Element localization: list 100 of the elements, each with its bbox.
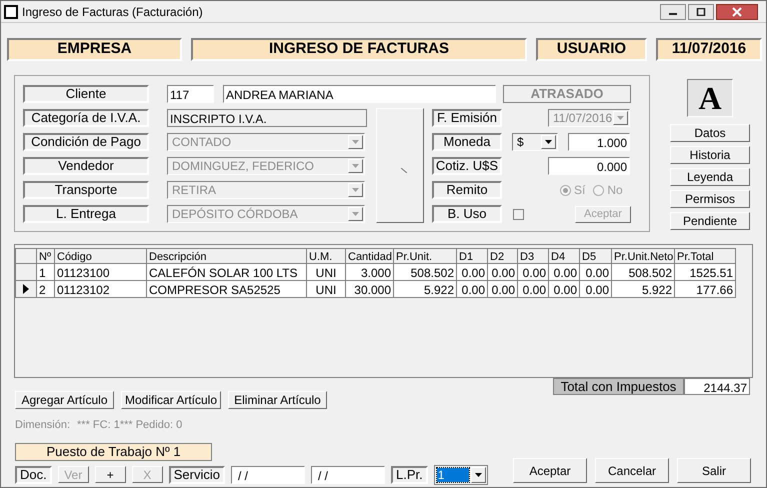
column-header: Código (55, 248, 147, 264)
row-selector[interactable] (15, 281, 37, 298)
workstation-label: Puesto de Trabajo Nº 1 (15, 442, 212, 460)
table-cell: 508.502 (394, 264, 457, 281)
column-header: D4 (549, 248, 580, 264)
dropdown-arrow-icon (352, 164, 359, 168)
dropdown-arrow-icon (474, 472, 482, 476)
table-cell: 01123102 (55, 281, 147, 298)
field-label: Transporte (23, 181, 149, 199)
field-label: B. Uso (432, 205, 502, 223)
article-button[interactable]: Eliminar Artículo (228, 391, 327, 409)
article-button[interactable]: Agregar Artículo (15, 391, 114, 409)
field-label: Cotiz. U$S (432, 157, 502, 175)
column-header: Cantidad (346, 248, 394, 264)
table-cell: UNI (307, 264, 346, 281)
toolbar-button[interactable]: + (94, 466, 126, 483)
table-cell: 0.00 (457, 281, 488, 298)
list-dropdown[interactable]: 1 (434, 464, 488, 484)
number-field[interactable]: 0.000 (548, 157, 630, 175)
table-cell: 3.000 (346, 264, 394, 281)
toolbar-label: Doc. (15, 466, 52, 484)
table-cell: 1525.51 (675, 264, 736, 281)
total-label: Total con Impuestos (553, 378, 684, 395)
window-title: Ingreso de Facturas (Facturación) (22, 4, 203, 20)
text-field[interactable]: INSCRIPTO I.V.A. (167, 109, 367, 127)
header-label: USUARIO (536, 38, 647, 61)
column-header: Descripción (147, 248, 307, 264)
side-button[interactable]: Pendiente (670, 212, 750, 230)
table-cell: 01123100 (55, 264, 147, 281)
column-header: D5 (580, 248, 612, 264)
toolbar-label: Servicio (168, 466, 225, 484)
header-label: INGRESO DE FACTURAS (191, 38, 527, 61)
row-pointer-icon (23, 284, 29, 294)
logo-letter: A (687, 79, 733, 117)
minimize-button[interactable] (660, 4, 686, 20)
client-name-field[interactable]: ANDREA MARIANA (223, 85, 496, 103)
dropdown-arrow-icon (352, 212, 359, 216)
date-field[interactable]: / / (310, 466, 385, 484)
side-button[interactable]: Permisos (670, 190, 750, 208)
field-label: L. Entrega (23, 205, 149, 223)
table-cell: COMPRESOR SA52525 (147, 281, 307, 298)
field-label: F. Emisión (432, 109, 502, 127)
close-button[interactable] (716, 4, 758, 20)
number-field[interactable]: 1.000 (568, 133, 630, 151)
maximize-icon (696, 8, 706, 16)
table-cell: 1 (37, 264, 55, 281)
dropdown-arrow-icon (352, 140, 359, 144)
close-icon (732, 6, 742, 16)
side-button[interactable]: Historia (670, 146, 750, 164)
column-header: Nº (37, 248, 55, 264)
date-field[interactable]: / / (230, 466, 305, 484)
column-header: D3 (518, 248, 549, 264)
side-button[interactable]: Datos (670, 124, 750, 142)
field-label: Vendedor (23, 157, 149, 175)
header-label: EMPRESA (7, 38, 182, 61)
column-header: Pr.Unit.Neto (612, 248, 675, 264)
dimension-label: Dimensión: (15, 418, 70, 433)
maximize-button[interactable] (688, 4, 714, 20)
table-cell: 2 (37, 281, 55, 298)
header-label: 11/07/2016 (656, 38, 762, 61)
column-header: Pr.Total (675, 248, 736, 264)
side-button[interactable]: Leyenda (670, 168, 750, 186)
column-header: D2 (488, 248, 518, 264)
action-button[interactable]: Aceptar (513, 458, 587, 483)
field-label: Cliente (23, 85, 149, 103)
table-cell: UNI (307, 281, 346, 298)
field-label: Condición de Pago (23, 133, 149, 151)
table-cell: 0.00 (518, 264, 549, 281)
field-label: Categoría de I.V.A. (23, 109, 149, 127)
table-cell: 0.00 (488, 281, 518, 298)
dimension-value: *** FC: 1*** Pedido: 0 (77, 418, 182, 433)
column-header: Pr.Unit. (394, 248, 457, 264)
column-header: U.M. (307, 248, 346, 264)
table-cell: 0.00 (580, 281, 612, 298)
article-button[interactable]: Modificar Artículo (121, 391, 221, 409)
table-cell: 5.922 (612, 281, 675, 298)
table-cell: 0.00 (549, 281, 580, 298)
action-button[interactable]: Salir (677, 458, 751, 483)
dropdown[interactable]: $ (512, 133, 558, 151)
client-code-field[interactable]: 117 (167, 85, 214, 103)
total-field: 2144.37 (684, 378, 750, 395)
slash-mark-icon (401, 168, 407, 173)
checkbox[interactable] (513, 208, 524, 220)
table-cell: CALEFÓN SOLAR 100 LTS (147, 264, 307, 281)
toolbar-label: L.Pr. (390, 466, 428, 484)
table-cell: 5.922 (394, 281, 457, 298)
dropdown-arrow-icon (617, 116, 624, 120)
field-label: Moneda (432, 133, 502, 151)
app-icon (4, 4, 18, 18)
status-label: ATRASADO (503, 85, 631, 103)
table-cell: 0.00 (457, 264, 488, 281)
table-cell: 177.66 (675, 281, 736, 298)
dropdown-arrow-icon (352, 188, 359, 192)
table-cell: 0.00 (580, 264, 612, 281)
table-cell: 508.502 (612, 264, 675, 281)
action-button[interactable]: Cancelar (595, 458, 669, 483)
table-cell: 0.00 (488, 264, 518, 281)
table-cell: 30.000 (346, 281, 394, 298)
table-cell: 0.00 (518, 281, 549, 298)
field-label: Remito (432, 181, 502, 199)
